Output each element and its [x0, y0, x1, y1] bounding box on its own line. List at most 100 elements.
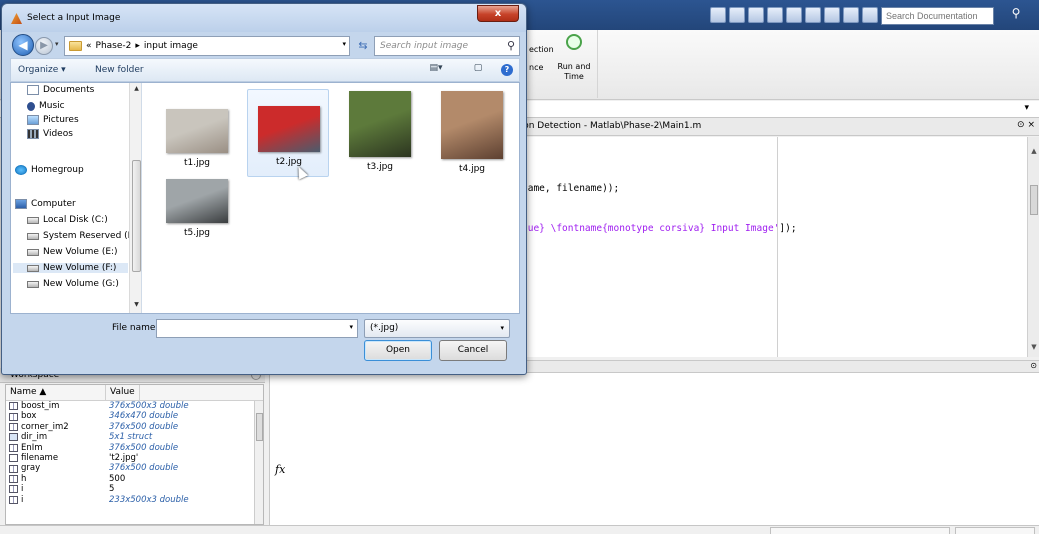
file-item[interactable]: t3.jpg — [339, 89, 421, 177]
workspace-row[interactable]: gray 376x500 double — [6, 463, 263, 473]
workspace-row[interactable]: h 500 — [6, 474, 263, 484]
cancel-button[interactable]: Cancel — [439, 340, 507, 361]
workspace-row-name: h — [6, 474, 106, 484]
nav-item-documents[interactable]: Documents — [27, 85, 94, 95]
back-arrow-icon[interactable]: ◀ — [12, 34, 34, 56]
editor-file-path: gion Detection - Matlab\Phase-2\Main1.m — [515, 121, 702, 131]
workspace-panel[interactable]: Name ▲ Value boost_im 376x500x3 double box… — [5, 384, 264, 525]
image-thumbnail — [349, 91, 411, 157]
dialog-body: New Volume (G:) New Volume (F:) New Volume… — [10, 82, 520, 314]
help-icon[interactable]: ? — [501, 64, 513, 76]
run-and-time-icon[interactable] — [566, 34, 582, 50]
documentation-search-input[interactable] — [881, 7, 994, 25]
scroll-up-icon[interactable]: ▲ — [1028, 147, 1039, 157]
file-item[interactable]: t1.jpg — [156, 95, 238, 183]
workspace-scrollbar[interactable] — [254, 401, 263, 524]
workspace-row-name: EnIm — [6, 443, 106, 453]
editor-scroll-thumb[interactable] — [1030, 185, 1038, 215]
navigation-scroll-thumb[interactable] — [132, 160, 141, 272]
file-name: t3.jpg — [366, 162, 394, 172]
nav-item-videos[interactable]: Videos — [27, 129, 73, 139]
organize-menu[interactable]: Organize ▾ — [18, 65, 66, 75]
workspace-scroll-thumb[interactable] — [256, 413, 263, 441]
breadcrumb-overflow[interactable]: « — [86, 41, 92, 51]
nav-item-pictures[interactable]: Pictures — [27, 115, 79, 125]
navigation-scrollbar[interactable]: ▲ ▼ — [129, 83, 141, 313]
nav-item-new-volume-e[interactable]: New Volume (E:) — [27, 247, 118, 257]
editor-scrollbar[interactable]: ▲ ▼ — [1027, 137, 1039, 357]
run-and-time-button[interactable]: Run and Time — [555, 62, 593, 82]
file-type-select[interactable]: (*.jpg) ▾ — [364, 319, 510, 338]
code-line-2: lue} \fontname{monotype corsiva} Input I… — [522, 223, 797, 234]
help-icon[interactable] — [862, 7, 878, 23]
nav-item-label: New Volume (E:) — [43, 247, 118, 257]
breadcrumb-item-phase-2[interactable]: Phase-2 — [96, 41, 132, 51]
variable-name: filename — [21, 452, 59, 463]
variable-name: i — [21, 494, 24, 505]
column-header-name[interactable]: Name ▲ — [6, 385, 106, 400]
workspace-row[interactable]: corner_im2 376x500 double — [6, 422, 263, 432]
copy-icon[interactable] — [767, 7, 783, 23]
file-item[interactable]: t2.jpg — [247, 89, 329, 177]
workspace-row[interactable]: box 346x470 double — [6, 411, 263, 421]
address-dropdown-icon[interactable]: ▾ — [342, 40, 346, 48]
file-item[interactable]: t5.jpg — [156, 177, 238, 265]
ribbon-section-label[interactable]: ection — [529, 45, 554, 55]
close-button[interactable]: x — [477, 5, 519, 22]
breadcrumb-address-bar[interactable]: « Phase-2 ▸ input image ▾ — [64, 36, 350, 56]
workspace-row[interactable]: i5 — [6, 484, 263, 494]
scroll-down-icon[interactable]: ▼ — [130, 301, 141, 308]
forward-arrow-icon[interactable]: ▶ — [35, 37, 53, 55]
column-header-value[interactable]: Value — [106, 385, 140, 400]
redo-icon[interactable] — [824, 7, 840, 23]
image-thumbnail — [166, 109, 228, 153]
nav-item-label: Music — [39, 101, 65, 111]
scroll-down-icon[interactable]: ▼ — [1028, 343, 1039, 353]
options-icon[interactable]: ⊙ — [1030, 361, 1037, 370]
search-icon[interactable]: ⚲ — [1001, 6, 1031, 26]
nav-item-homegroup[interactable]: Homegroup — [15, 165, 84, 175]
chevron-down-icon[interactable]: ▾ — [1024, 103, 1029, 113]
nav-item-new-volume-g[interactable]: New Volume (G:) — [27, 279, 119, 289]
navigation-pane[interactable]: New Volume (G:) New Volume (F:) New Volume… — [11, 83, 142, 313]
view-options-icon[interactable]: ▤▾ — [429, 63, 443, 76]
refresh-icon[interactable]: ⇆ — [354, 36, 372, 56]
ribbon-section-label-2[interactable]: nce — [529, 63, 543, 73]
breadcrumb-separator-icon[interactable]: ▸ — [135, 41, 140, 51]
preview-pane-icon[interactable]: ▢ — [471, 63, 485, 76]
cut-icon[interactable] — [748, 7, 764, 23]
paste-icon[interactable] — [786, 7, 802, 23]
search-icon[interactable]: ⚲ — [507, 39, 515, 52]
file-name-input[interactable]: ▾ — [156, 319, 358, 338]
nav-item-label: Homegroup — [31, 165, 84, 175]
workspace-row[interactable]: boost_im 376x500x3 double — [6, 401, 263, 411]
chevron-down-icon[interactable]: ▾ — [500, 324, 504, 332]
recent-pages-chevron-icon[interactable]: ▾ — [55, 40, 59, 48]
editor-options-icon[interactable]: ⊙ × — [1017, 120, 1035, 130]
nav-item-music[interactable]: Music — [27, 101, 65, 111]
nav-item-computer[interactable]: Computer — [15, 199, 76, 209]
command-window[interactable]: fx — [269, 373, 1039, 525]
file-name-dropdown-icon[interactable]: ▾ — [349, 323, 353, 331]
workspace-row[interactable]: dir_im 5x1 struct — [6, 432, 263, 442]
search-input[interactable]: Search input image ⚲ — [374, 36, 520, 56]
nav-item-system-reserved-d[interactable]: System Reserved (D — [27, 231, 135, 241]
new-folder-button[interactable]: New folder — [95, 65, 144, 75]
scroll-up-icon[interactable]: ▲ — [130, 85, 141, 92]
save-all-icon[interactable] — [729, 7, 745, 23]
variable-name: h — [21, 473, 27, 484]
file-name-label: File name: — [112, 323, 159, 333]
workspace-row[interactable]: EnIm 376x500 double — [6, 443, 263, 453]
breadcrumb-item-input-image[interactable]: input image — [144, 41, 198, 51]
switch-windows-icon[interactable] — [843, 7, 859, 23]
variable-value: 376x500 double — [109, 463, 179, 474]
open-button[interactable]: Open — [364, 340, 432, 361]
workspace-row[interactable]: filename 't2.jpg' — [6, 453, 263, 463]
file-item[interactable]: t4.jpg — [431, 89, 513, 177]
nav-item-new-volume-f[interactable]: New Volume (F:) — [13, 263, 128, 273]
dialog-title-bar[interactable]: Select a Input Image x — [2, 4, 526, 32]
nav-item-local-disk-c[interactable]: Local Disk (C:) — [27, 215, 108, 225]
save-icon[interactable] — [710, 7, 726, 23]
workspace-row[interactable]: i 233x500x3 double — [6, 495, 263, 505]
undo-icon[interactable] — [805, 7, 821, 23]
